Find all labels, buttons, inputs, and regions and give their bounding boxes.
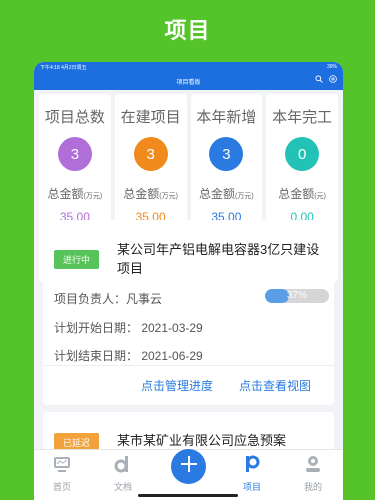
tab-label: 项目 bbox=[242, 482, 261, 492]
stat-count: 3 bbox=[57, 137, 92, 171]
tab-projects[interactable]: 项目 bbox=[232, 454, 272, 493]
tab-label: 我的 bbox=[303, 482, 322, 492]
status-badge: 进行中 bbox=[54, 250, 100, 269]
planned-start-date: 计划开始日期： 2021-03-29 bbox=[54, 321, 203, 335]
tab-label: 文档 bbox=[113, 482, 132, 492]
tab-documents[interactable]: 文档 bbox=[103, 454, 143, 493]
project-manager: 项目负责人：凡事云 bbox=[54, 292, 163, 306]
divider bbox=[43, 365, 334, 366]
add-circle-icon[interactable] bbox=[329, 75, 337, 83]
project-name: 某市某矿业有限公司应急预案 bbox=[117, 433, 287, 448]
status-bar: 下午4:18 4月2日周五 39% bbox=[34, 62, 343, 72]
planned-end-date: 计划结束日期： 2021-06-29 bbox=[54, 349, 203, 363]
project-icon bbox=[242, 454, 262, 476]
search-icon[interactable] bbox=[315, 75, 323, 83]
stat-amount-label: 总金额(万元) bbox=[47, 187, 103, 201]
stat-title: 本年新增 bbox=[196, 109, 257, 126]
document-icon bbox=[113, 454, 133, 476]
stat-title: 本年完工 bbox=[272, 109, 333, 126]
stat-title: 项目总数 bbox=[44, 109, 105, 126]
progress-bar: 37% bbox=[265, 289, 329, 303]
project-card[interactable]: 进行中 某公司年产铝电解电容器3亿只建设项目 项目负责人：凡事云 37% 计划开… bbox=[43, 220, 334, 405]
tab-mine[interactable]: 我的 bbox=[293, 454, 333, 493]
nav-title: 项目看板 bbox=[176, 79, 201, 86]
project-name: 某公司年产铝电解电容器3亿只建设项目 bbox=[117, 242, 320, 276]
progress-text: 37% bbox=[286, 290, 307, 301]
view-chart-link[interactable]: 点击查看视图 bbox=[239, 377, 311, 394]
app-screen: 下午4:18 4月2日周五 39% 项目看板 项目总数 3 总金额(万元) 35… bbox=[34, 62, 343, 500]
nav-bar: 项目看板 bbox=[34, 72, 343, 90]
stat-title: 在建项目 bbox=[120, 109, 181, 126]
user-icon bbox=[303, 454, 323, 476]
stat-count: 3 bbox=[133, 137, 168, 171]
add-button[interactable] bbox=[171, 449, 206, 484]
status-battery: 39% bbox=[326, 64, 337, 70]
tab-home[interactable]: 首页 bbox=[42, 454, 82, 493]
home-indicator bbox=[138, 494, 238, 497]
plus-icon bbox=[180, 455, 198, 478]
stat-amount-label: 总金额(万元) bbox=[199, 187, 254, 201]
stat-count: 3 bbox=[209, 137, 244, 171]
stat-amount-label: 总金额(元) bbox=[278, 187, 326, 201]
page-banner-title: 项目 bbox=[164, 18, 211, 43]
tab-label: 首页 bbox=[52, 482, 71, 492]
manage-progress-link[interactable]: 点击管理进度 bbox=[141, 377, 213, 394]
status-time: 下午4:18 4月2日周五 bbox=[40, 64, 87, 71]
home-monitor-icon bbox=[52, 454, 72, 476]
stat-count: 0 bbox=[285, 137, 320, 171]
stat-amount-label: 总金额(万元) bbox=[123, 187, 178, 201]
